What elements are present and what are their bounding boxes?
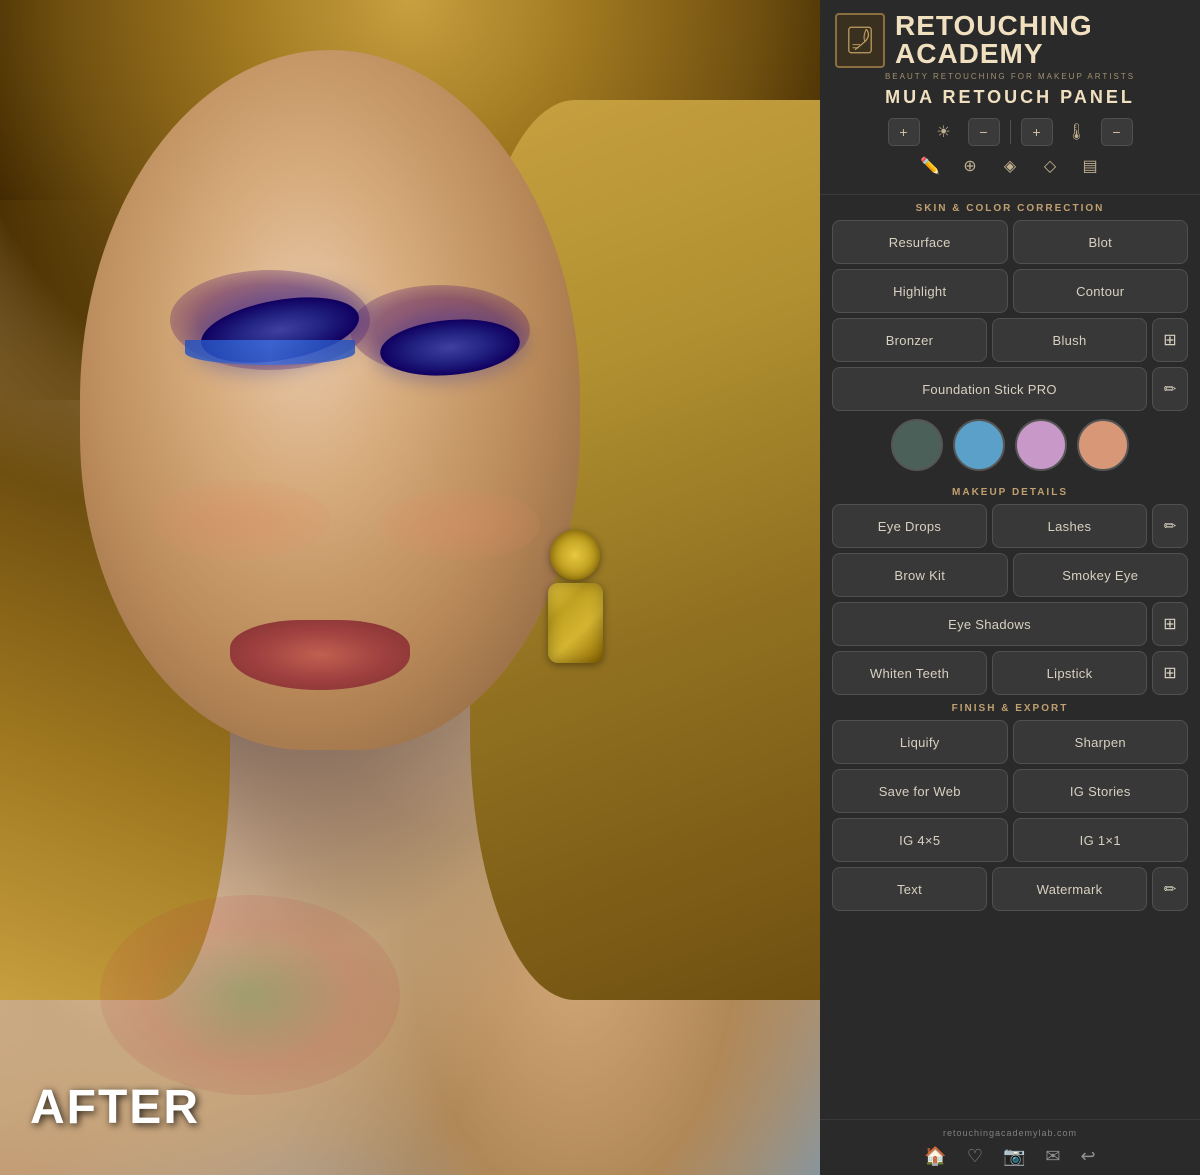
resurface-btn[interactable]: Resurface bbox=[832, 220, 1008, 264]
makeup-row-1: Eye Drops Lashes ✏ bbox=[832, 504, 1188, 548]
dark-green-swatch[interactable] bbox=[891, 419, 943, 471]
panel-tagline: BEAUTY RETOUCHING FOR MAKEUP ARTISTS bbox=[835, 72, 1185, 81]
toolbar-row-1: + ☀ − + 🌡 − bbox=[835, 118, 1185, 146]
foundation-pencil-btn[interactable]: ✏ bbox=[1152, 367, 1188, 411]
eye-drops-btn[interactable]: Eye Drops bbox=[832, 504, 987, 548]
text-btn[interactable]: Text bbox=[832, 867, 987, 911]
skin-row-1: Resurface Blot bbox=[832, 220, 1188, 264]
finish-row-1: Liquify Sharpen bbox=[832, 720, 1188, 764]
brow-kit-btn[interactable]: Brow Kit bbox=[832, 553, 1008, 597]
patch-tool-btn[interactable]: ◇ bbox=[1034, 152, 1066, 180]
brand-logo bbox=[835, 13, 885, 68]
lashes-btn[interactable]: Lashes bbox=[992, 504, 1147, 548]
color-swatches-row bbox=[820, 411, 1200, 479]
watermark-btn[interactable]: Watermark bbox=[992, 867, 1147, 911]
makeup-row-4: Whiten Teeth Lipstick ⊞ bbox=[832, 651, 1188, 695]
panel-footer: retouchingacademylab.com 🏠 ♡ 📷 ✉ ↩ bbox=[820, 1119, 1200, 1175]
lash-left bbox=[185, 340, 355, 365]
contour-btn[interactable]: Contour bbox=[1013, 269, 1189, 313]
liquify-btn[interactable]: Liquify bbox=[832, 720, 1008, 764]
bronzer-btn[interactable]: Bronzer bbox=[832, 318, 987, 362]
skin-row-4: Foundation Stick PRO ✏ bbox=[832, 367, 1188, 411]
makeup-btn-grid: Eye Drops Lashes ✏ Brow Kit Smokey Eye E… bbox=[820, 504, 1200, 695]
stamp-tool-btn[interactable]: ⊕ bbox=[954, 152, 986, 180]
watermark-pencil-btn[interactable]: ✏ bbox=[1152, 867, 1188, 911]
skin-row-2: Highlight Contour bbox=[832, 269, 1188, 313]
brightness-icon-btn[interactable]: ☀ bbox=[928, 118, 960, 146]
earring bbox=[540, 530, 610, 660]
contrast-icon-btn[interactable]: 🌡 bbox=[1061, 118, 1093, 146]
feather-icon bbox=[846, 26, 874, 54]
panel-title: MUA RETOUCH PANEL bbox=[835, 87, 1185, 108]
eye-shadows-grid-btn[interactable]: ⊞ bbox=[1152, 602, 1188, 646]
lips bbox=[230, 620, 410, 690]
tattoo-hint bbox=[100, 895, 400, 1095]
home-icon[interactable]: 🏠 bbox=[924, 1146, 946, 1167]
right-panel: RETOUCHING ACADEMY BEAUTY RETOUCHING FOR… bbox=[820, 0, 1200, 1175]
peach-swatch[interactable] bbox=[1077, 419, 1129, 471]
photo-panel: AFTER bbox=[0, 0, 820, 1175]
contrast-plus-btn[interactable]: + bbox=[1021, 118, 1053, 146]
footer-url: retouchingacademylab.com bbox=[835, 1128, 1185, 1138]
brand-name-line2: ACADEMY bbox=[895, 40, 1093, 68]
eraser-tool-btn[interactable]: ◈ bbox=[994, 152, 1026, 180]
blot-btn[interactable]: Blot bbox=[1013, 220, 1189, 264]
save-web-btn[interactable]: Save for Web bbox=[832, 769, 1008, 813]
finish-section-label: FINISH & EXPORT bbox=[820, 703, 1200, 714]
finish-btn-grid: Liquify Sharpen Save for Web IG Stories … bbox=[820, 720, 1200, 911]
email-icon[interactable]: ✉ bbox=[1045, 1146, 1060, 1167]
footer-icons-row: 🏠 ♡ 📷 ✉ ↩ bbox=[835, 1146, 1185, 1167]
finish-row-3: IG 4×5 IG 1×1 bbox=[832, 818, 1188, 862]
skin-btn-grid: Resurface Blot Highlight Contour Bronzer… bbox=[820, 220, 1200, 411]
brand-row: RETOUCHING ACADEMY bbox=[835, 12, 1185, 68]
after-label: AFTER bbox=[30, 1080, 200, 1135]
earring-bottom bbox=[548, 583, 603, 663]
foundation-stick-btn[interactable]: Foundation Stick PRO bbox=[832, 367, 1147, 411]
earring-top bbox=[550, 530, 600, 580]
brush-tool-btn[interactable]: ✏️ bbox=[914, 152, 946, 180]
instagram-icon[interactable]: 📷 bbox=[1003, 1146, 1025, 1167]
sharpen-btn[interactable]: Sharpen bbox=[1013, 720, 1189, 764]
highlight-btn[interactable]: Highlight bbox=[832, 269, 1008, 313]
heart-icon[interactable]: ♡ bbox=[967, 1146, 983, 1167]
brightness-minus-btn[interactable]: − bbox=[968, 118, 1000, 146]
brand-name-line1: RETOUCHING bbox=[895, 12, 1093, 40]
contrast-minus-btn[interactable]: − bbox=[1101, 118, 1133, 146]
lipstick-btn[interactable]: Lipstick bbox=[992, 651, 1147, 695]
brightness-plus-btn[interactable]: + bbox=[888, 118, 920, 146]
smokey-eye-btn[interactable]: Smokey Eye bbox=[1013, 553, 1189, 597]
light-purple-swatch[interactable] bbox=[1015, 419, 1067, 471]
brand-text-group: RETOUCHING ACADEMY bbox=[895, 12, 1093, 68]
ig-1x1-btn[interactable]: IG 1×1 bbox=[1013, 818, 1189, 862]
makeup-section-label: MAKEUP DETAILS bbox=[820, 487, 1200, 498]
cheek-left bbox=[150, 480, 330, 560]
makeup-row-3: Eye Shadows ⊞ bbox=[832, 602, 1188, 646]
eye-shadows-btn[interactable]: Eye Shadows bbox=[832, 602, 1147, 646]
light-blue-swatch[interactable] bbox=[953, 419, 1005, 471]
panel-header: RETOUCHING ACADEMY BEAUTY RETOUCHING FOR… bbox=[820, 0, 1200, 195]
whiten-teeth-btn[interactable]: Whiten Teeth bbox=[832, 651, 987, 695]
blush-btn[interactable]: Blush bbox=[992, 318, 1147, 362]
finish-row-4: Text Watermark ✏ bbox=[832, 867, 1188, 911]
cheek-right bbox=[380, 490, 540, 560]
lipstick-grid-btn[interactable]: ⊞ bbox=[1152, 651, 1188, 695]
layers-tool-btn[interactable]: ▤ bbox=[1074, 152, 1106, 180]
skin-section-label: SKIN & COLOR CORRECTION bbox=[820, 203, 1200, 214]
skin-row-3: Bronzer Blush ⊞ bbox=[832, 318, 1188, 362]
makeup-row-2: Brow Kit Smokey Eye bbox=[832, 553, 1188, 597]
share-icon[interactable]: ↩ bbox=[1080, 1146, 1095, 1167]
blush-grid-btn[interactable]: ⊞ bbox=[1152, 318, 1188, 362]
toolbar-row-2: ✏️ ⊕ ◈ ◇ ▤ bbox=[835, 152, 1185, 180]
ig-4x5-btn[interactable]: IG 4×5 bbox=[832, 818, 1008, 862]
ig-stories-btn[interactable]: IG Stories bbox=[1013, 769, 1189, 813]
lashes-pencil-btn[interactable]: ✏ bbox=[1152, 504, 1188, 548]
finish-row-2: Save for Web IG Stories bbox=[832, 769, 1188, 813]
toolbar-divider-1 bbox=[1010, 120, 1011, 144]
